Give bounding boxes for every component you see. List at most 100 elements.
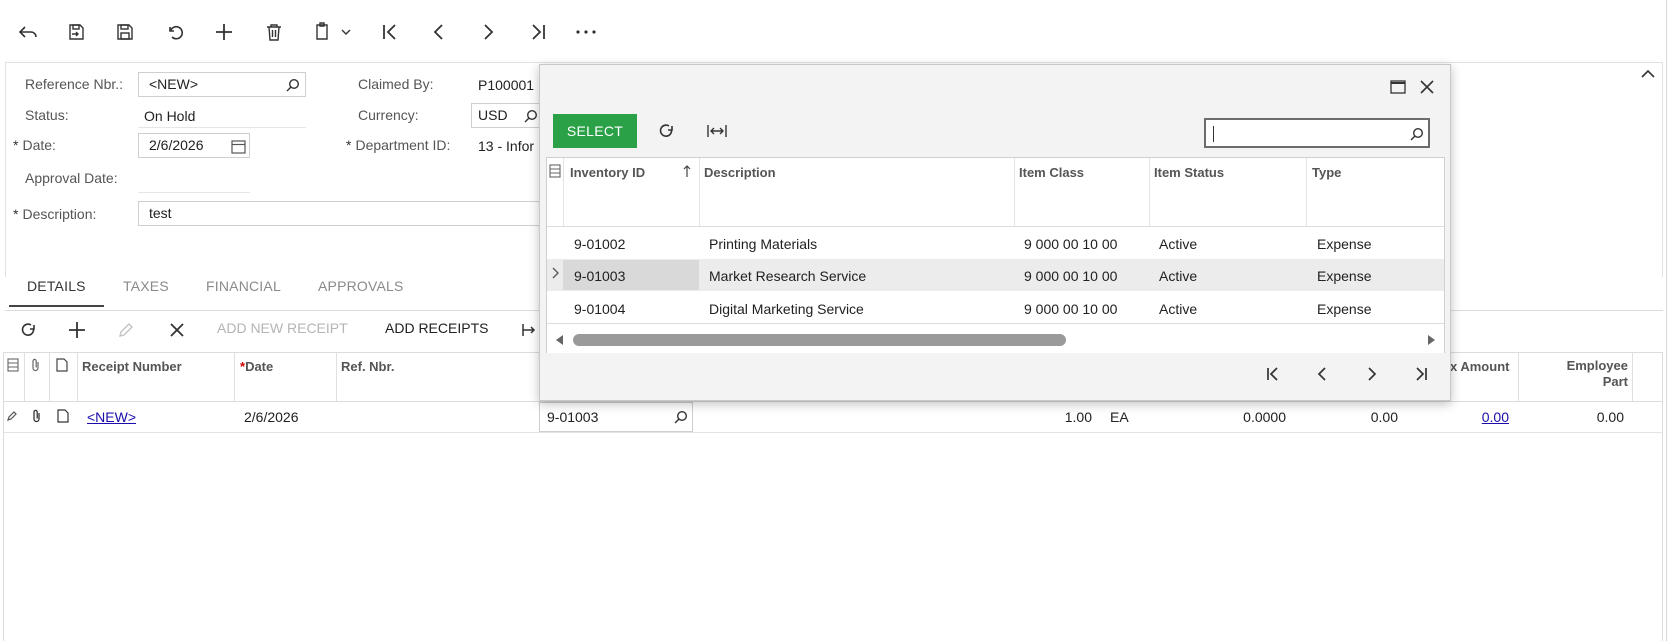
currency-label: Currency:	[358, 107, 419, 123]
lookup-header-rule	[547, 226, 1444, 227]
col-type[interactable]: Type	[1312, 165, 1341, 180]
row-edit-indicator-icon	[6, 409, 18, 423]
refresh-icon[interactable]	[18, 319, 40, 341]
delete-row-icon[interactable]	[166, 319, 188, 341]
lookup-row-description[interactable]: Market Research Service	[709, 268, 866, 284]
maximize-icon[interactable]	[1388, 77, 1408, 97]
dialog-search-input[interactable]	[1204, 118, 1430, 148]
scroll-left-arrow-icon[interactable]	[553, 333, 565, 347]
reference-nbr-field[interactable]: <NEW>	[138, 72, 306, 97]
pager-next-icon[interactable]	[1361, 363, 1383, 385]
row-employee-part[interactable]: 0.00	[1540, 409, 1624, 425]
last-record-icon[interactable]	[526, 20, 550, 44]
lookup-row-inventory-id[interactable]: 9-01003	[574, 268, 625, 284]
select-button[interactable]: SELECT	[553, 114, 637, 148]
row-amount[interactable]: 0.00	[1320, 409, 1398, 425]
inventory-id-value: 9-01003	[547, 409, 599, 425]
col-sep	[1306, 158, 1307, 226]
first-record-icon[interactable]	[378, 20, 402, 44]
row-quantity[interactable]: 1.00	[1010, 409, 1092, 425]
add-icon[interactable]	[212, 20, 236, 44]
col-description[interactable]: Description	[704, 165, 776, 180]
row-select-header-icon[interactable]	[6, 358, 20, 372]
col-inventory-id[interactable]: Inventory ID	[570, 165, 645, 180]
cancel-icon[interactable]	[163, 20, 187, 44]
claimed-by-value[interactable]: P100001	[478, 77, 534, 93]
save-icon[interactable]	[113, 20, 137, 44]
copy-paste-icon[interactable]	[313, 20, 355, 44]
add-receipts-button[interactable]: ADD RECEIPTS	[385, 320, 488, 336]
scroll-right-arrow-icon[interactable]	[1425, 333, 1437, 347]
lookup-row-item-status[interactable]: Active	[1159, 301, 1197, 317]
row-attachment-icon[interactable]	[29, 408, 45, 424]
row-unit-cost[interactable]: 0.0000	[1200, 409, 1286, 425]
lookup-row-inventory-id[interactable]: 9-01002	[574, 236, 625, 252]
status-value: On Hold	[144, 108, 196, 124]
row-rule	[547, 259, 1444, 260]
col-sep	[49, 353, 50, 401]
description-value: test	[149, 205, 172, 221]
dialog-refresh-icon[interactable]	[656, 120, 678, 142]
pager-first-icon[interactable]	[1262, 363, 1284, 385]
inventory-id-cell[interactable]: 9-01003	[539, 402, 693, 432]
department-value[interactable]: 13 - Infor	[478, 138, 534, 154]
delete-icon[interactable]	[262, 20, 286, 44]
search-icon[interactable]	[285, 77, 301, 93]
calendar-icon[interactable]	[229, 137, 247, 155]
inventory-search-icon[interactable]	[673, 409, 689, 425]
col-tax-amount[interactable]: x Amount	[1450, 359, 1509, 374]
lookup-row-item-status[interactable]: Active	[1159, 268, 1197, 284]
tab-taxes[interactable]: TAXES	[123, 278, 169, 294]
status-underline	[138, 127, 306, 128]
pager-last-icon[interactable]	[1410, 363, 1432, 385]
grid-header-rule	[4, 401, 1662, 402]
col-sep	[77, 353, 78, 401]
col-item-class[interactable]: Item Class	[1019, 165, 1084, 180]
col-item-status[interactable]: Item Status	[1154, 165, 1224, 180]
save-close-icon[interactable]	[64, 20, 88, 44]
dialog-search-icon[interactable]	[1409, 126, 1425, 142]
pager-previous-icon[interactable]	[1311, 363, 1333, 385]
currency-search-icon[interactable]	[523, 108, 539, 124]
lookup-row-select-icon[interactable]	[548, 164, 562, 178]
row-tax-amount-link[interactable]: 0.00	[1420, 409, 1509, 425]
undo-back-icon[interactable]	[16, 20, 40, 44]
receipt-number-link[interactable]: <NEW>	[87, 409, 136, 425]
more-icon[interactable]	[574, 20, 598, 44]
lookup-row-type[interactable]: Expense	[1317, 301, 1371, 317]
lookup-row-type[interactable]: Expense	[1317, 268, 1371, 284]
sort-ascending-icon[interactable]	[681, 163, 693, 179]
col-receipt-number[interactable]: Receipt Number	[82, 359, 182, 374]
lookup-row-item-class[interactable]: 9 000 00 10 00	[1024, 301, 1117, 317]
tab-details[interactable]: DETAILS	[27, 278, 86, 294]
lookup-row-item-class[interactable]: 9 000 00 10 00	[1024, 268, 1117, 284]
col-sep	[1632, 353, 1633, 401]
lookup-row-item-status[interactable]: Active	[1159, 236, 1197, 252]
collapse-chevron-up-icon[interactable]	[1638, 64, 1658, 84]
tab-financial[interactable]: FINANCIAL	[206, 278, 281, 294]
add-row-icon[interactable]	[66, 319, 88, 341]
col-employee-part[interactable]: Employee Part	[1560, 358, 1628, 390]
col-date[interactable]: *Date	[240, 359, 273, 374]
scrollbar-thumb[interactable]	[573, 334, 1066, 346]
col-sep	[1014, 158, 1015, 226]
currency-value: USD	[478, 107, 508, 123]
row-note-icon[interactable]	[56, 408, 70, 424]
date-field[interactable]: 2/6/2026	[138, 133, 250, 158]
lookup-row-item-class[interactable]: 9 000 00 10 00	[1024, 236, 1117, 252]
lookup-row-description[interactable]: Printing Materials	[709, 236, 817, 252]
row-uom[interactable]: EA	[1110, 409, 1129, 425]
dialog-fit-columns-icon[interactable]	[704, 120, 730, 142]
lookup-row-description[interactable]: Digital Marketing Service	[709, 301, 864, 317]
description-field[interactable]: test	[138, 201, 558, 226]
lookup-row-inventory-id[interactable]: 9-01004	[574, 301, 625, 317]
note-header-icon	[55, 357, 69, 373]
lookup-row-type[interactable]: Expense	[1317, 236, 1371, 252]
close-icon[interactable]	[1417, 77, 1437, 97]
row-date[interactable]: 2/6/2026	[244, 409, 299, 425]
col-ref-nbr[interactable]: Ref. Nbr.	[341, 359, 394, 374]
tab-approvals[interactable]: APPROVALS	[318, 278, 404, 294]
fit-columns-icon[interactable]	[521, 319, 541, 341]
previous-record-icon[interactable]	[427, 20, 451, 44]
next-record-icon[interactable]	[476, 20, 500, 44]
